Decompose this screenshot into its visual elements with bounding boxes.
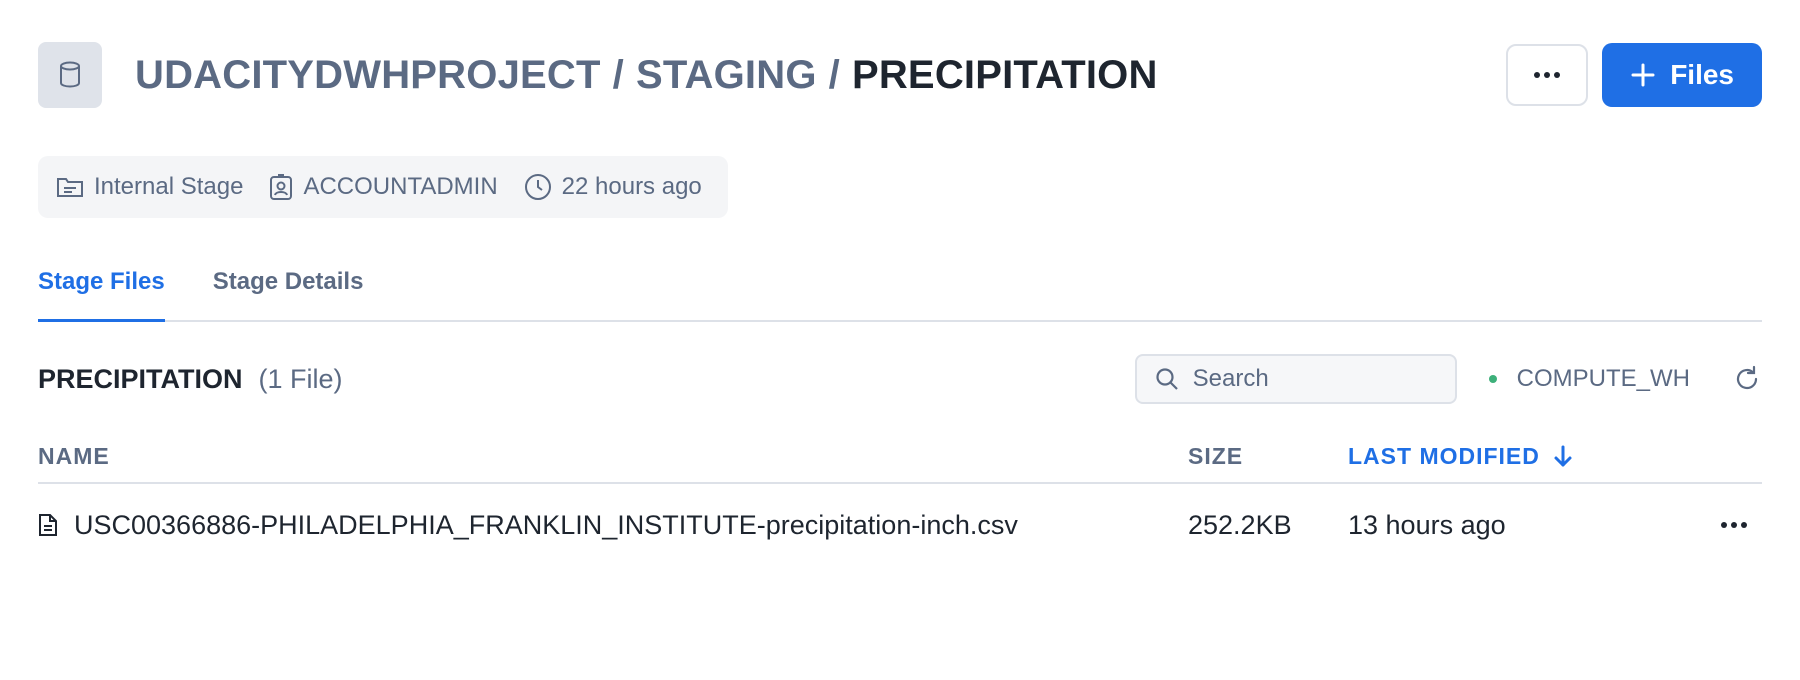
id-badge-icon	[270, 174, 293, 200]
file-count: (1 File)	[258, 363, 343, 394]
plus-icon	[1631, 63, 1655, 87]
file-name-cell: USC00366886-PHILADELPHIA_FRANKLIN_INSTIT…	[38, 510, 1188, 541]
warehouse-selector[interactable]: COMPUTE_WH	[1488, 365, 1690, 393]
breadcrumb: UDACITYDWHPROJECT / STAGING / PRECIPITATION	[135, 53, 1158, 98]
file-name[interactable]: USC00366886-PHILADELPHIA_FRANKLIN_INSTIT…	[74, 510, 1018, 541]
files-section-header: PRECIPITATION (1 File) COMPUTE_WH	[38, 352, 1762, 406]
file-last-modified: 13 hours ago	[1348, 509, 1506, 540]
stage-created-label: 22 hours ago	[561, 173, 702, 200]
breadcrumb-schema[interactable]: STAGING	[636, 53, 817, 97]
file-size: 252.2KB	[1188, 509, 1292, 540]
more-options-button[interactable]	[1506, 44, 1589, 106]
stage-type: Internal Stage	[56, 173, 243, 201]
status-dot	[1488, 375, 1497, 383]
header-actions: Files	[1506, 43, 1762, 107]
refresh-icon	[1736, 365, 1758, 390]
breadcrumb-stage: PRECIPITATION	[851, 52, 1158, 97]
column-header-last-modified-label: LAST MODIFIED	[1348, 442, 1540, 469]
file-icon	[39, 514, 57, 536]
warehouse-label: COMPUTE_WH	[1516, 365, 1690, 392]
row-actions-button[interactable]	[1714, 521, 1754, 529]
search-icon	[1156, 368, 1178, 390]
files-table: NAME SIZE LAST MODIFIED USC00366886-PHIL…	[38, 430, 1762, 566]
ellipsis-icon	[1534, 72, 1561, 78]
table-row[interactable]: USC00366886-PHILADELPHIA_FRANKLIN_INSTIT…	[38, 484, 1762, 566]
section-title: PRECIPITATION	[38, 363, 243, 394]
table-header: NAME SIZE LAST MODIFIED	[38, 430, 1762, 484]
add-files-button[interactable]: Files	[1602, 43, 1762, 107]
section-tools: COMPUTE_WH	[1134, 354, 1762, 404]
stage-type-label: Internal Stage	[94, 173, 244, 200]
search-box[interactable]	[1134, 354, 1457, 404]
stage-owner-label: ACCOUNTADMIN	[303, 173, 498, 200]
column-header-last-modified[interactable]: LAST MODIFIED	[1348, 443, 1574, 470]
breadcrumb-separator: /	[612, 52, 624, 97]
database-icon	[38, 42, 102, 108]
tab-stage-files[interactable]: Stage Files	[38, 258, 165, 322]
stage-created: 22 hours ago	[524, 173, 702, 201]
clock-icon	[524, 174, 551, 200]
folder-stage-icon	[57, 178, 83, 197]
column-header-name[interactable]: NAME	[38, 443, 1188, 470]
page-header: UDACITYDWHPROJECT / STAGING / PRECIPITATION …	[38, 42, 1762, 108]
ellipsis-icon	[1721, 522, 1747, 528]
stage-page: UDACITYDWHPROJECT / STAGING / PRECIPITATION …	[0, 0, 1800, 680]
breadcrumb-separator: /	[828, 52, 840, 97]
stage-meta-bar: Internal Stage ACCOUNTADMIN 22 hours ago	[38, 156, 728, 218]
refresh-button[interactable]	[1732, 364, 1762, 394]
breadcrumb-database[interactable]: UDACITYDWHPROJECT	[135, 53, 601, 97]
sort-descending-icon	[1554, 445, 1572, 467]
tab-stage-details[interactable]: Stage Details	[213, 258, 364, 320]
tab-bar: Stage Files Stage Details	[38, 258, 1762, 322]
search-input[interactable]	[1190, 364, 1435, 394]
add-files-label: Files	[1670, 59, 1734, 90]
stage-owner: ACCOUNTADMIN	[269, 173, 498, 201]
column-header-size[interactable]: SIZE	[1188, 443, 1348, 470]
